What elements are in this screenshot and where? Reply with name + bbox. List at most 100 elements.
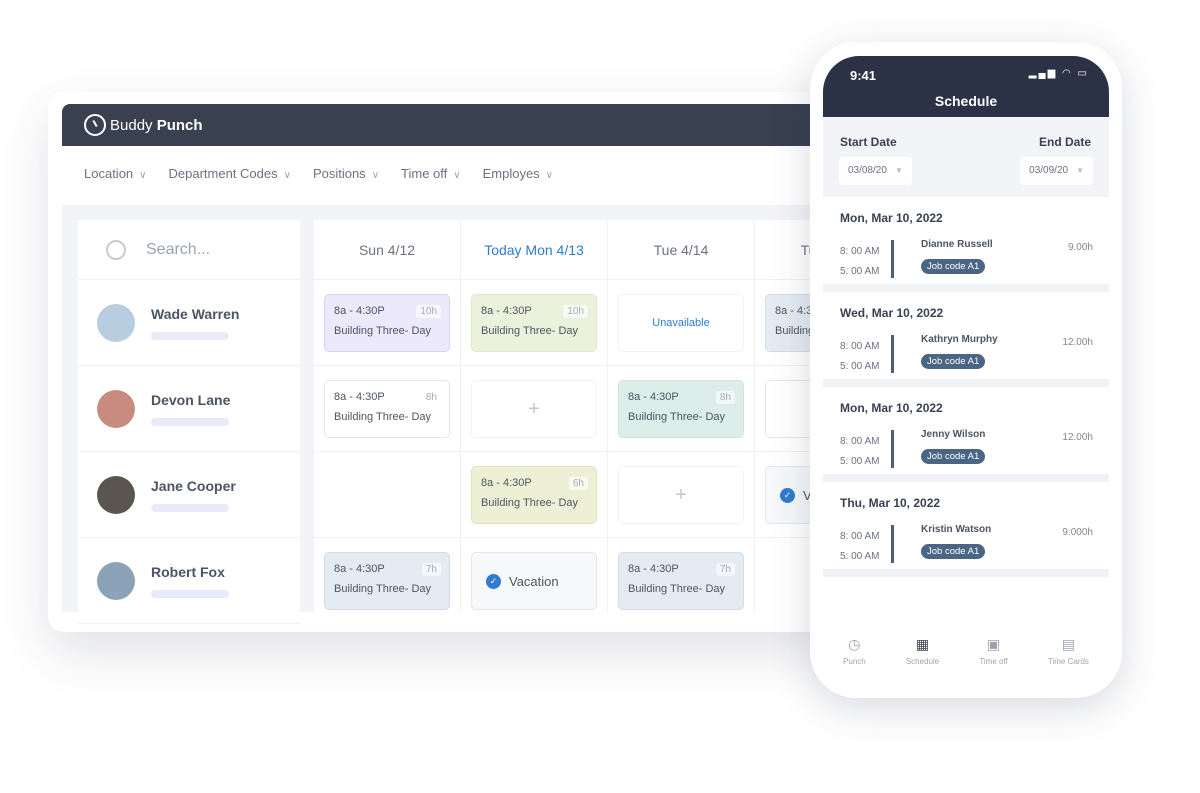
unavailable-label: Unavailable bbox=[652, 317, 710, 329]
shift-card[interactable]: 8a - 4:30P Building Three- Day 6h bbox=[471, 466, 597, 524]
shift-location: Building Three- Day bbox=[334, 583, 432, 595]
shift-card[interactable]: 8a - 4:30P Building Three- Day 8h bbox=[618, 380, 744, 438]
employee-info: Robert Fox bbox=[151, 564, 229, 598]
entry-date: Wed, Mar 10, 2022 bbox=[840, 306, 944, 320]
nav-label: Time Cards bbox=[1047, 657, 1089, 666]
shift-card[interactable]: 8a - 4:30P Building Three- Day 10h bbox=[324, 294, 450, 352]
filter-dropdown[interactable]: Positions ∨ bbox=[313, 166, 379, 181]
schedule-cell[interactable]: 8a - 4:30P Building Three- Day 6h bbox=[461, 452, 608, 537]
schedule-cell[interactable]: ✓ Vacation bbox=[461, 538, 608, 612]
schedule-cell[interactable]: 8a - 4:30P Building Three- Day 10h bbox=[461, 280, 608, 365]
search-input[interactable]: Search... bbox=[78, 220, 300, 280]
end-date-select[interactable]: 03/09/20 ▼ bbox=[1020, 157, 1093, 185]
search-icon bbox=[106, 239, 126, 260]
schedule-cell[interactable] bbox=[314, 452, 461, 537]
shift-time: 8a - 4:30P bbox=[775, 305, 810, 317]
shift-location: Building Three- Day bbox=[334, 325, 432, 337]
chevron-down-icon: ∨ bbox=[453, 170, 461, 181]
caret-down-icon: ▼ bbox=[1076, 166, 1084, 175]
day-header[interactable]: Tue 4/14 bbox=[608, 220, 755, 279]
schedule-cell[interactable]: + bbox=[461, 366, 608, 451]
shift-hours: 7h bbox=[421, 563, 441, 576]
employee-row[interactable]: Devon Lane bbox=[78, 366, 300, 452]
schedule-cell[interactable]: Unavailable bbox=[608, 280, 755, 365]
schedule-grid: Sun 4/12Today Mon 4/13Tue 4/14Tue 4/15 8… bbox=[314, 220, 810, 612]
entry-date: Mon, Mar 10, 2022 bbox=[840, 401, 943, 415]
filter-dropdown[interactable]: Location ∨ bbox=[84, 166, 146, 181]
job-code-badge: Job code A1 bbox=[921, 544, 986, 559]
filter-dropdown[interactable]: Department Codes ∨ bbox=[168, 166, 290, 181]
employee-info: Wade Warren bbox=[151, 306, 239, 340]
nav-schedule[interactable]: ▦ Schedule bbox=[906, 636, 939, 666]
schedule-cell[interactable]: 8a - 4:30P Building Three- Day bbox=[755, 280, 810, 365]
add-shift-button[interactable]: + bbox=[471, 380, 597, 438]
filter-label: Time off bbox=[401, 166, 448, 181]
schedule-cell[interactable] bbox=[755, 366, 810, 451]
day-header-row: Sun 4/12Today Mon 4/13Tue 4/14Tue 4/15 bbox=[314, 220, 810, 280]
app-header: Buddy Punch bbox=[62, 104, 822, 146]
clock-icon: ◷ bbox=[848, 636, 861, 652]
shift-location: Building Three- Day bbox=[481, 325, 579, 337]
filter-dropdown[interactable]: Employes ∨ bbox=[483, 166, 553, 181]
brand-light: Buddy bbox=[110, 116, 153, 134]
phone-screen: 9:41 ▂▄▆ ◠ ▭ Schedule Start Date End Dat… bbox=[823, 56, 1109, 686]
end-time: 5: 00 AM bbox=[840, 266, 880, 277]
calendar-grid-icon: ▦ bbox=[915, 636, 930, 652]
shift-card[interactable]: 8a - 4:30P Building Three- Day 10h bbox=[471, 294, 597, 352]
avatar bbox=[97, 303, 135, 342]
schedule-cell[interactable]: 8a - 4:30P Building Three- Day 7h bbox=[314, 538, 461, 612]
schedule-row: 8a - 4:30P Building Three- Day 8h +8a - 4:3… bbox=[314, 366, 810, 452]
add-shift-button[interactable]: + bbox=[618, 466, 744, 524]
nav-punch[interactable]: ◷ Punch bbox=[843, 636, 866, 666]
shift-card[interactable]: 8a - 4:30P Building Three- Day bbox=[765, 294, 810, 352]
day-header[interactable]: Tue 4/15 bbox=[755, 220, 810, 279]
vacation-label: Vacation bbox=[803, 487, 810, 503]
schedule-cell[interactable]: ✓ Vacation bbox=[755, 452, 810, 537]
schedule-cell[interactable]: + bbox=[608, 452, 755, 537]
chevron-down-icon: ∨ bbox=[139, 170, 147, 181]
filter-bar: Location ∨ Department Codes ∨ Positions ∨ Time… bbox=[84, 166, 553, 181]
chevron-down-icon: ∨ bbox=[371, 170, 380, 181]
schedule-entry[interactable]: Mon, Mar 10, 2022 8: 00 AM 5: 00 AM Dianne … bbox=[823, 197, 1109, 292]
end-date-label: End Date bbox=[1038, 135, 1091, 149]
filter-dropdown[interactable]: Time off ∨ bbox=[401, 166, 461, 181]
schedule-entry[interactable]: Thu, Mar 10, 2022 8: 00 AM 5: 00 AM Kristin… bbox=[823, 482, 1109, 577]
shift-card[interactable]: 8a - 4:30P Building Three- Day 8h bbox=[324, 380, 450, 438]
start-time: 8: 00 AM bbox=[840, 436, 880, 447]
shift-location: Building Three- Day bbox=[775, 325, 810, 337]
start-time: 8: 00 AM bbox=[840, 531, 880, 542]
schedule-entry[interactable]: Wed, Mar 10, 2022 8: 00 AM 5: 00 AM Kathryn… bbox=[823, 292, 1109, 387]
unavailable-card: Unavailable bbox=[618, 294, 744, 352]
nav-time-cards[interactable]: ▤ Time Cards bbox=[1048, 636, 1089, 666]
employee-info: Devon Lane bbox=[151, 392, 230, 426]
employee-row[interactable]: Wade Warren bbox=[78, 280, 300, 366]
schedule-cell[interactable]: 8a - 4:30P Building Three- Day 8h bbox=[314, 366, 461, 451]
schedule-cell[interactable] bbox=[755, 538, 810, 612]
schedule-cell[interactable]: 8a - 4:30P Building Three- Day 8h bbox=[608, 366, 755, 451]
calendar-icon: ▣ bbox=[986, 636, 1001, 652]
nav-time-off[interactable]: ▣ Time off bbox=[979, 636, 1007, 666]
shift-card[interactable]: 8a - 4:30P Building Three- Day 7h bbox=[618, 552, 744, 610]
shift-card[interactable]: 8a - 4:30P Building Three- Day 7h bbox=[324, 552, 450, 610]
end-date-value: 03/09/20 bbox=[1029, 165, 1069, 176]
day-header[interactable]: Sun 4/12 bbox=[314, 220, 461, 279]
vacation-card: ✓ Vacation bbox=[765, 466, 810, 524]
employee-row[interactable]: Robert Fox bbox=[78, 538, 300, 624]
vacation-label: Vacation bbox=[509, 573, 559, 589]
day-header[interactable]: Today Mon 4/13 bbox=[461, 220, 608, 279]
employee-row[interactable]: Jane Cooper bbox=[78, 452, 300, 538]
shift-hours: 10h bbox=[563, 305, 588, 318]
schedule-cell[interactable]: 8a - 4:30P Building Three- Day 7h bbox=[608, 538, 755, 612]
entry-hours: 9.00h bbox=[1067, 242, 1093, 253]
chevron-down-icon: ∨ bbox=[283, 170, 291, 181]
schedule-cell[interactable]: 8a - 4:30P Building Three- Day 10h bbox=[314, 280, 461, 365]
date-range: Start Date End Date 03/08/20 ▼ 03/09/20 ▼ bbox=[823, 117, 1109, 197]
filter-label: Positions bbox=[312, 166, 366, 181]
job-code-badge: Job code A1 bbox=[921, 259, 986, 274]
empty-card[interactable] bbox=[765, 380, 810, 438]
placeholder-bar bbox=[151, 503, 229, 512]
document-icon: ▤ bbox=[1061, 636, 1076, 652]
start-date-select[interactable]: 03/08/20 ▼ bbox=[839, 157, 912, 185]
schedule-entry[interactable]: Mon, Mar 10, 2022 8: 00 AM 5: 00 AM Jenny W… bbox=[823, 387, 1109, 482]
avatar bbox=[97, 561, 135, 600]
